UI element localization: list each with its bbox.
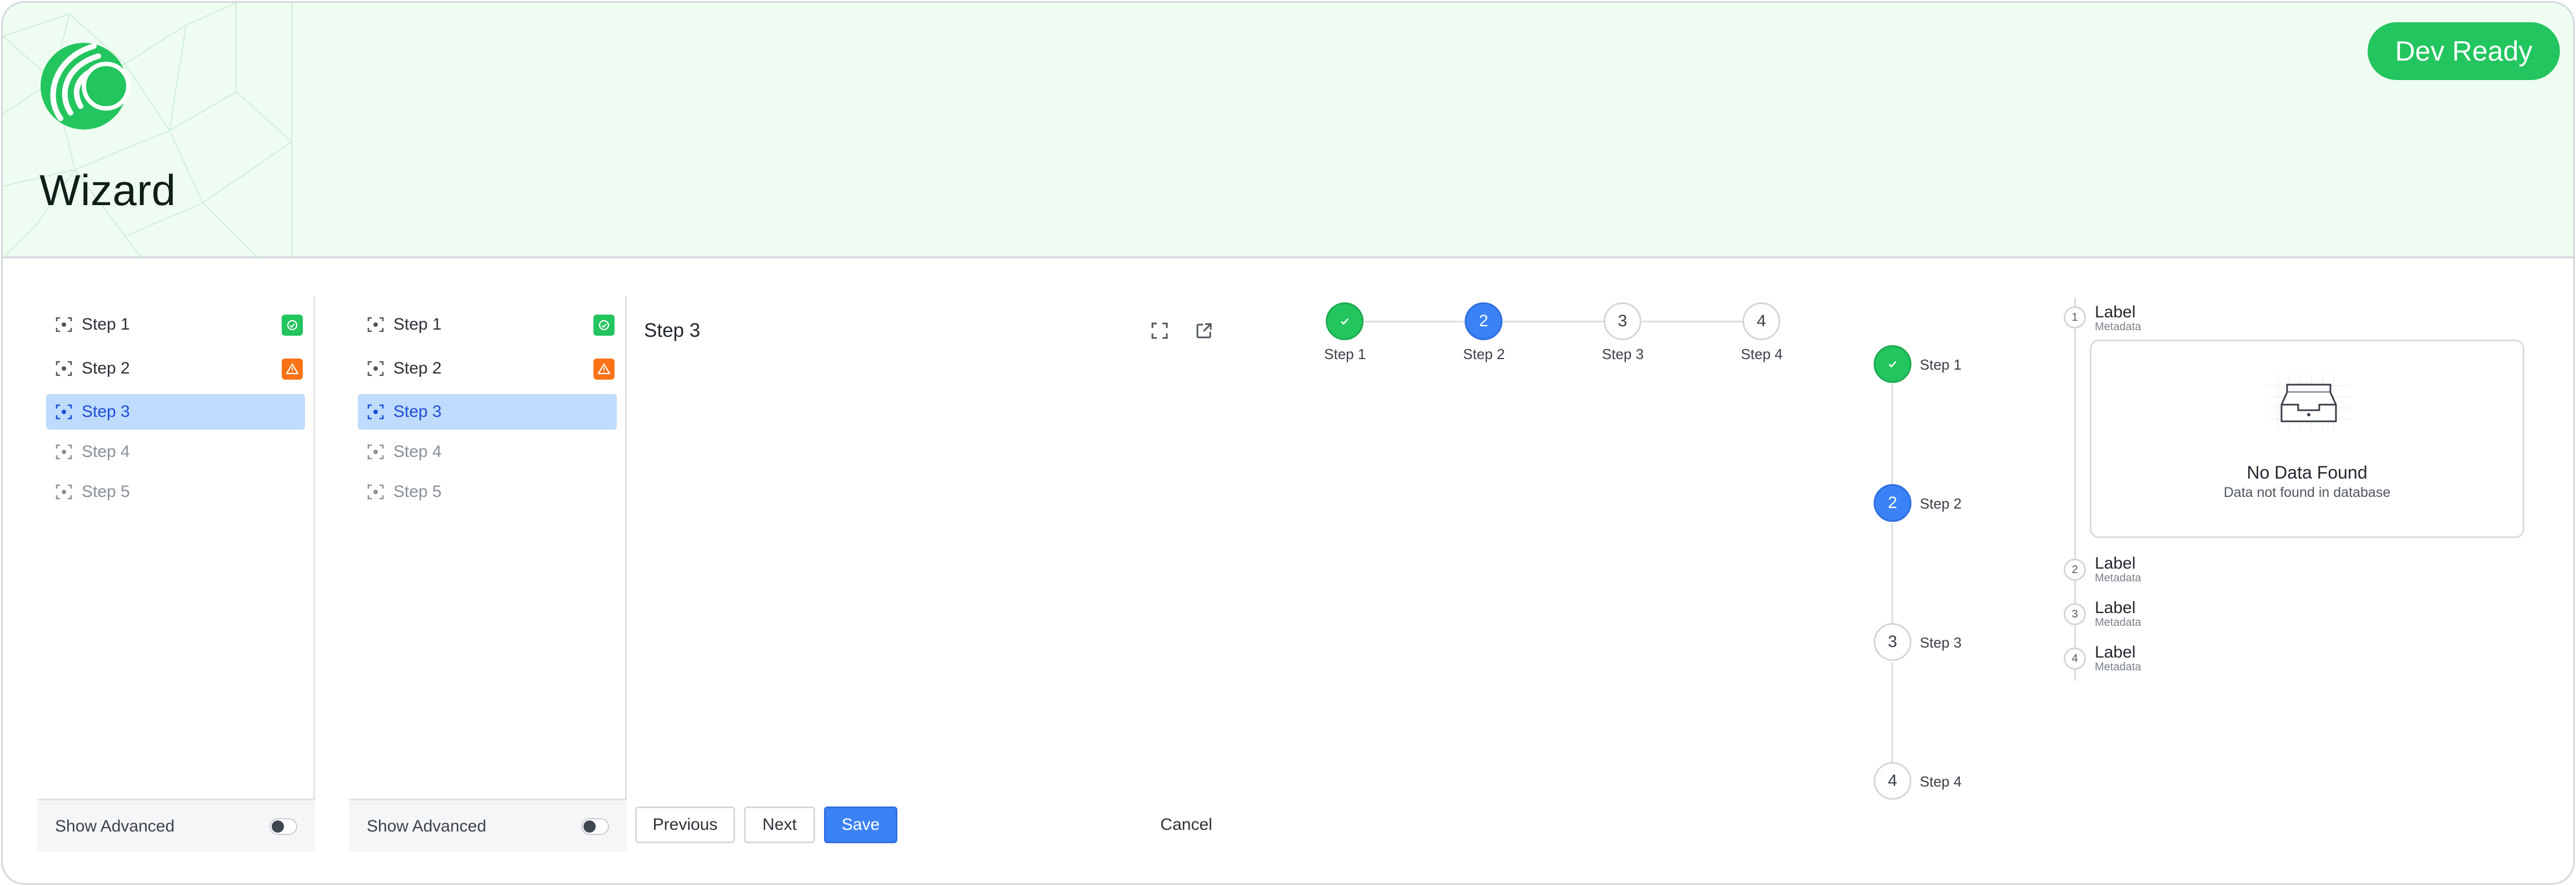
v-step-4-circle[interactable]: 4 [1874, 762, 1911, 800]
show-advanced-toggle[interactable] [581, 818, 609, 835]
stepper-connector [1891, 662, 1893, 764]
toggle-knob [583, 820, 596, 833]
external-link-icon[interactable] [1194, 320, 1215, 341]
page-title: Wizard [39, 166, 176, 215]
app-window: Wizard Dev Ready Step 1 Step 2 Step 3 St… [1, 1, 2575, 885]
timeline-item-3-metadata: Metadata [2095, 616, 2141, 629]
nav-item-label: Step 1 [82, 315, 130, 334]
v-step-3-circle[interactable]: 3 [1874, 623, 1911, 661]
stepper-connector [1891, 523, 1893, 625]
timeline-item-1-label: Label [2095, 303, 2136, 321]
fullscreen-icon[interactable] [1149, 320, 1170, 341]
focus-frame-icon [56, 404, 72, 420]
page-header: Wizard Dev Ready [3, 3, 2573, 258]
nav-item-step-1[interactable]: Step 1 [358, 307, 617, 342]
focus-frame-icon [367, 484, 384, 500]
show-advanced-bar: Show Advanced [37, 799, 315, 852]
focus-frame-icon [56, 444, 72, 460]
empty-state-title: No Data Found [2246, 462, 2368, 482]
toggle-knob [272, 820, 284, 833]
nav-item-step-5: Step 5 [358, 474, 617, 510]
timeline-item-4-metadata: Metadata [2095, 661, 2141, 673]
focus-frame-icon [56, 361, 72, 376]
stepper-connector [1364, 321, 1466, 322]
empty-state-subtitle: Data not found in database [2223, 485, 2391, 500]
nav-item-label: Step 5 [393, 482, 442, 501]
v-step-3-label: Step 3 [1920, 634, 1962, 651]
nav-item-label: Step 2 [393, 359, 442, 377]
content-title: Step 3 [644, 320, 701, 341]
empty-state-card: No Data Found Data not found in database [2090, 340, 2524, 538]
h-step-4-label: Step 4 [1741, 346, 1783, 362]
timeline-item-2-metadata: Metadata [2095, 572, 2141, 584]
nav-item-label: Step 3 [82, 402, 130, 421]
focus-frame-icon [56, 317, 72, 332]
h-step-2-circle[interactable]: 2 [1465, 302, 1502, 340]
nav-item-label: Step 2 [82, 359, 130, 377]
step-nav-panel-2: Step 1 Step 2 Step 3 Step 4 Step 5 Show … [349, 296, 627, 852]
timeline-item-2-number: 2 [2064, 559, 2086, 581]
focus-frame-icon [56, 484, 72, 500]
timeline-item-2-label: Label [2095, 554, 2136, 573]
nav-item-label: Step 4 [82, 442, 130, 461]
check-icon [1341, 318, 1349, 325]
nav-item-label: Step 1 [393, 315, 442, 334]
cancel-button[interactable]: Cancel [1147, 807, 1225, 843]
next-button[interactable]: Next [744, 807, 815, 843]
show-advanced-toggle[interactable] [269, 818, 297, 835]
h-step-3-circle[interactable]: 3 [1604, 302, 1641, 340]
timeline-item-1-number: 1 [2064, 306, 2086, 328]
stepper-connector [1642, 321, 1744, 322]
show-advanced-label: Show Advanced [55, 817, 175, 835]
nav-item-step-3[interactable]: Step 3 [46, 394, 305, 430]
dev-ready-status-button[interactable]: Dev Ready [2368, 22, 2560, 80]
step-nav-panel-1: Step 1 Step 2 Step 3 Step 4 Step 5 Show … [37, 296, 315, 852]
timeline-item-3-label: Label [2095, 599, 2136, 617]
nav-item-label: Step 5 [82, 482, 130, 501]
complete-check-icon [593, 315, 615, 336]
nav-item-label: Step 4 [393, 442, 442, 461]
brand-logo-icon [41, 43, 131, 130]
check-icon [1889, 361, 1896, 368]
v-step-2-label: Step 2 [1920, 495, 1962, 512]
focus-frame-icon [367, 444, 384, 460]
timeline-item-4-number: 4 [2064, 648, 2086, 670]
nav-item-step-2[interactable]: Step 2 [46, 351, 305, 386]
warning-triangle-icon [282, 359, 303, 380]
stepper-connector [1503, 321, 1605, 322]
h-step-2-label: Step 2 [1463, 346, 1505, 362]
v-step-1-circle[interactable] [1874, 345, 1911, 383]
nav-item-step-3[interactable]: Step 3 [358, 394, 617, 430]
timeline-item-3-number: 3 [2064, 603, 2086, 625]
nav-item-step-4: Step 4 [358, 434, 617, 470]
v-step-2-circle[interactable]: 2 [1874, 484, 1911, 522]
nav-item-step-4: Step 4 [46, 434, 305, 470]
nav-item-label: Step 3 [393, 402, 442, 421]
h-step-4-circle[interactable]: 4 [1743, 302, 1780, 340]
focus-frame-icon [367, 317, 384, 332]
nav-item-step-5: Step 5 [46, 474, 305, 510]
v-step-4-label: Step 4 [1920, 773, 1962, 790]
empty-inbox-icon [2267, 375, 2350, 430]
stepper-connector [1891, 384, 1893, 486]
h-step-1-label: Step 1 [1324, 346, 1366, 362]
h-step-3-label: Step 3 [1602, 346, 1644, 362]
previous-button[interactable]: Previous [635, 807, 735, 843]
complete-check-icon [282, 315, 303, 336]
focus-frame-icon [367, 404, 384, 420]
save-button[interactable]: Save [824, 807, 897, 843]
show-advanced-label: Show Advanced [367, 817, 487, 835]
timeline-item-4-label: Label [2095, 643, 2136, 661]
show-advanced-bar: Show Advanced [349, 799, 627, 852]
focus-frame-icon [367, 361, 384, 376]
nav-item-step-2[interactable]: Step 2 [358, 351, 617, 386]
h-step-1-circle[interactable] [1326, 302, 1364, 340]
timeline-item-1-metadata: Metadata [2095, 321, 2141, 333]
warning-triangle-icon [593, 359, 615, 380]
nav-item-step-1[interactable]: Step 1 [46, 307, 305, 342]
v-step-1-label: Step 1 [1920, 356, 1962, 373]
